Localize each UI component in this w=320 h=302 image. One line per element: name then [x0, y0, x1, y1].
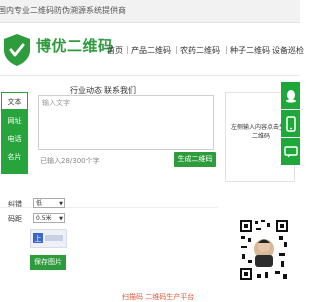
- size-select[interactable]: 0.5米 ▼: [33, 213, 65, 223]
- chevron-down-icon: ▼: [59, 216, 63, 222]
- nav-separator: |: [126, 45, 129, 54]
- topbar-text: 国内专业二维码防伪溯源系统提供商: [0, 6, 126, 15]
- sidebar: 文本 网址 电话 名片: [1, 92, 28, 174]
- generate-button[interactable]: 生成二维码: [174, 152, 216, 167]
- size-select-value: 0.5米: [36, 215, 52, 222]
- char-counter: 已输入28/300个字: [40, 157, 100, 165]
- nav-item-inspection[interactable]: 设备巡检: [272, 45, 304, 56]
- nav-item-seed-qr[interactable]: 种子二维码: [230, 45, 270, 56]
- sidebar-item-url[interactable]: 网址: [1, 112, 28, 130]
- chat-button[interactable]: [281, 138, 300, 165]
- sidebar-item-card[interactable]: 名片: [1, 148, 28, 166]
- brand-name[interactable]: 博优二维码: [36, 35, 114, 56]
- sidebar-item-phone[interactable]: 电话: [1, 130, 28, 148]
- fault-select-value: 低: [36, 200, 43, 207]
- svg-text:上: 上: [35, 234, 42, 243]
- save-image-button[interactable]: 保存图片: [30, 255, 66, 270]
- qr-code-icon: [239, 219, 289, 281]
- fault-select[interactable]: 低 ▼: [33, 198, 65, 208]
- header: 博优二维码 首页 | 产品二维码 | 农药二维码 | 种子二维码 设备巡检: [0, 23, 304, 76]
- nav-item-home[interactable]: 首页: [107, 45, 123, 56]
- chevron-down-icon: ▼: [59, 201, 63, 207]
- upload-logo-icon: 上: [33, 233, 63, 243]
- fault-label: 纠错: [8, 200, 22, 208]
- text-input[interactable]: 输入文字: [38, 95, 214, 150]
- phone-icon: [285, 115, 296, 132]
- sidebar-item-text[interactable]: 文本: [1, 92, 28, 110]
- footer-link[interactable]: 扫描码 二维码生产平台: [122, 292, 194, 302]
- logo-icon[interactable]: [2, 33, 32, 67]
- text-input-placeholder: 输入文字: [42, 99, 70, 107]
- phone-button[interactable]: [281, 110, 300, 137]
- nav-separator: |: [175, 45, 178, 54]
- nav-item-product-qr[interactable]: 产品二维码: [131, 45, 171, 56]
- nav-separator: |: [225, 45, 228, 54]
- size-label: 码距: [8, 215, 22, 223]
- nav-item-pesticide-qr[interactable]: 农药二维码: [180, 45, 220, 56]
- logo-upload[interactable]: 上: [30, 229, 67, 248]
- top-bar: 国内专业二维码防伪溯源系统提供商: [0, 0, 300, 23]
- qq-icon: [285, 89, 296, 103]
- qq-button[interactable]: [281, 82, 300, 109]
- chat-icon: [283, 145, 298, 157]
